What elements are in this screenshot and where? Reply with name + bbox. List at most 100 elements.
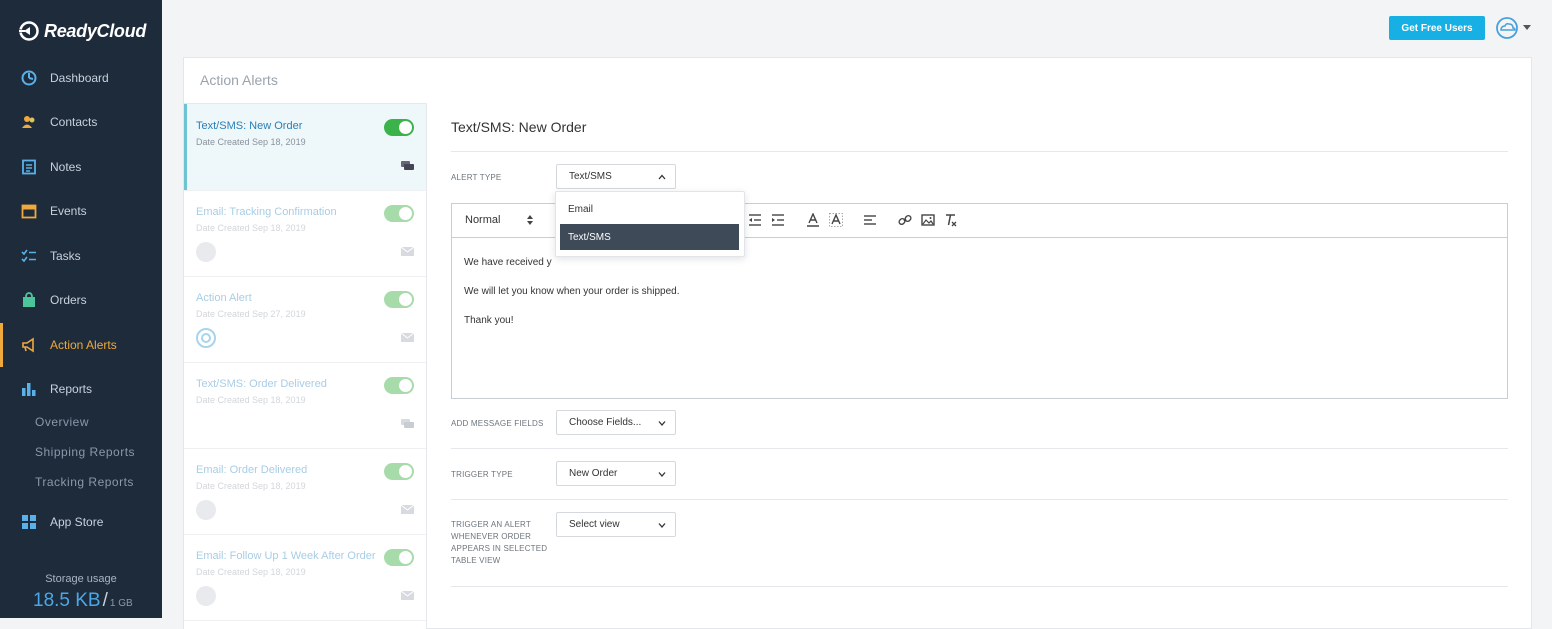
alert-item-email-order-delivered[interactable]: Email: Order Delivered Date Created Sep … [184, 448, 426, 535]
chat-icon [401, 419, 414, 428]
indent-icon[interactable] [771, 213, 785, 227]
sidebar-item-label: Contacts [50, 115, 98, 129]
message-line: We will let you know when your order is … [464, 286, 680, 297]
storage-used: 18.5 KB [33, 590, 101, 611]
sidebar-item-label: Events [50, 204, 87, 218]
chevron-down-icon [658, 523, 666, 528]
sidebar-item-label: Tasks [50, 249, 81, 263]
alert-date: Date Created Sep 18, 2019 [196, 395, 306, 405]
calendar-icon [21, 204, 37, 219]
get-free-users-button[interactable]: Get Free Users [1389, 16, 1485, 40]
alert-type-option-email[interactable]: Email [560, 196, 739, 222]
divider [451, 586, 1508, 587]
sidebar: ReadyCloud Dashboard Contacts Notes Even… [0, 0, 162, 618]
sidebar-item-contacts[interactable]: Contacts [0, 100, 162, 144]
alert-type-dropdown: Email Text/SMS [555, 191, 745, 257]
trigger-view-select[interactable]: Select view [556, 512, 676, 537]
logo[interactable]: ReadyCloud [18, 19, 146, 43]
notes-icon [22, 159, 36, 175]
alert-date: Date Created Sep 18, 2019 [196, 137, 306, 147]
clear-format-icon[interactable] [944, 213, 958, 227]
sidebar-item-label: Orders [50, 293, 87, 307]
envelope-icon [401, 590, 414, 600]
link-icon[interactable] [898, 213, 912, 227]
trigger-type-label: TRIGGER TYPE [451, 470, 513, 479]
message-body[interactable]: We have received y We will let you know … [464, 248, 679, 335]
background-color-icon[interactable] [829, 213, 843, 227]
alert-date: Date Created Sep 27, 2019 [196, 309, 306, 319]
alert-item-sms-order-delivered[interactable]: Text/SMS: Order Delivered Date Created S… [184, 362, 426, 449]
alert-item-action-alert[interactable]: Action Alert Date Created Sep 27, 2019 [184, 276, 426, 363]
sidebar-item-orders[interactable]: Orders [0, 278, 162, 322]
alert-detail-title: Text/SMS: New Order [451, 119, 587, 135]
alert-name: Text/SMS: Order Delivered [196, 378, 327, 390]
alert-toggle[interactable] [384, 549, 414, 566]
trigger-view-label-line: WHENEVER ORDER [451, 532, 532, 541]
sidebar-subitem-shipping-reports[interactable]: Shipping Reports [35, 445, 135, 459]
dashboard-icon [21, 70, 37, 86]
storage-separator: / [102, 590, 108, 611]
contacts-icon [22, 116, 35, 128]
sidebar-item-label: App Store [50, 515, 104, 529]
trigger-view-label-line: APPEARS IN SELECTED [451, 544, 548, 553]
user-avatar [196, 242, 216, 262]
sidebar-item-notes[interactable]: Notes [0, 145, 162, 189]
user-avatar [196, 586, 216, 606]
align-icon[interactable] [863, 213, 877, 227]
sidebar-item-label: Notes [50, 160, 82, 174]
alert-toggle[interactable] [384, 377, 414, 394]
sidebar-item-tasks[interactable]: Tasks [0, 234, 162, 278]
sidebar-subitem-overview[interactable]: Overview [35, 415, 89, 429]
divider [451, 151, 1508, 152]
alert-date: Date Created Sep 18, 2019 [196, 567, 306, 577]
sidebar-subitem-tracking-reports[interactable]: Tracking Reports [35, 475, 134, 489]
alert-date: Date Created Sep 18, 2019 [196, 223, 306, 233]
page-title: Action Alerts [200, 72, 278, 88]
alert-name: Action Alert [196, 292, 252, 304]
alert-item-email-tracking-confirmation[interactable]: Email: Tracking Confirmation Date Create… [184, 190, 426, 277]
format-select[interactable]: Normal [465, 214, 500, 226]
alert-type-select[interactable]: Text/SMS [556, 164, 676, 189]
alert-item-sms-new-order[interactable]: Text/SMS: New Order Date Created Sep 18,… [184, 104, 426, 191]
chevron-down-icon [658, 421, 666, 426]
trigger-type-select[interactable]: New Order [556, 461, 676, 486]
alert-date: Date Created Sep 18, 2019 [196, 481, 306, 491]
trigger-view-label-line: TRIGGER AN ALERT [451, 520, 531, 529]
storage-usage-label: Storage usage [45, 573, 117, 585]
sort-arrows-icon [527, 215, 533, 225]
sidebar-item-action-alerts[interactable]: Action Alerts [0, 323, 162, 367]
trigger-type-value: New Order [569, 468, 618, 479]
chevron-down-icon [658, 472, 666, 477]
sidebar-item-dashboard[interactable]: Dashboard [0, 56, 162, 100]
font-color-icon[interactable] [806, 213, 820, 227]
envelope-icon [401, 332, 414, 342]
orders-icon [23, 292, 35, 307]
profile-menu[interactable] [1496, 17, 1532, 39]
message-fields-select[interactable]: Choose Fields... [556, 410, 676, 435]
trigger-view-label-line: TABLE VIEW [451, 556, 501, 565]
caret-down-icon [1523, 25, 1531, 30]
sidebar-item-app-store[interactable]: App Store [0, 500, 162, 544]
outdent-icon[interactable] [748, 213, 762, 227]
alert-type-option-sms[interactable]: Text/SMS [560, 224, 739, 250]
divider [451, 448, 1508, 449]
chat-icon [401, 161, 414, 170]
sidebar-item-label: Action Alerts [50, 338, 117, 352]
readycloud-avatar-icon [196, 328, 216, 348]
alert-toggle[interactable] [384, 291, 414, 308]
readycloud-logo-icon [18, 21, 39, 41]
alert-toggle[interactable] [384, 463, 414, 480]
alert-toggle[interactable] [384, 119, 414, 136]
alert-type-value: Text/SMS [569, 171, 612, 182]
bar-chart-icon [22, 383, 36, 396]
alert-name: Email: Order Delivered [196, 464, 308, 476]
alert-toggle[interactable] [384, 205, 414, 222]
sidebar-item-label: Dashboard [50, 71, 109, 85]
message-line: Thank you! [464, 315, 514, 326]
alert-item-email-follow-up[interactable]: Email: Follow Up 1 Week After Order Date… [184, 534, 426, 621]
image-icon[interactable] [921, 213, 935, 227]
action-alerts-card: Action Alerts Text/SMS: New Order Date C… [183, 57, 1532, 629]
sidebar-item-events[interactable]: Events [0, 189, 162, 233]
cloud-avatar-icon [1496, 17, 1518, 39]
sidebar-item-reports[interactable]: Reports [0, 367, 162, 411]
